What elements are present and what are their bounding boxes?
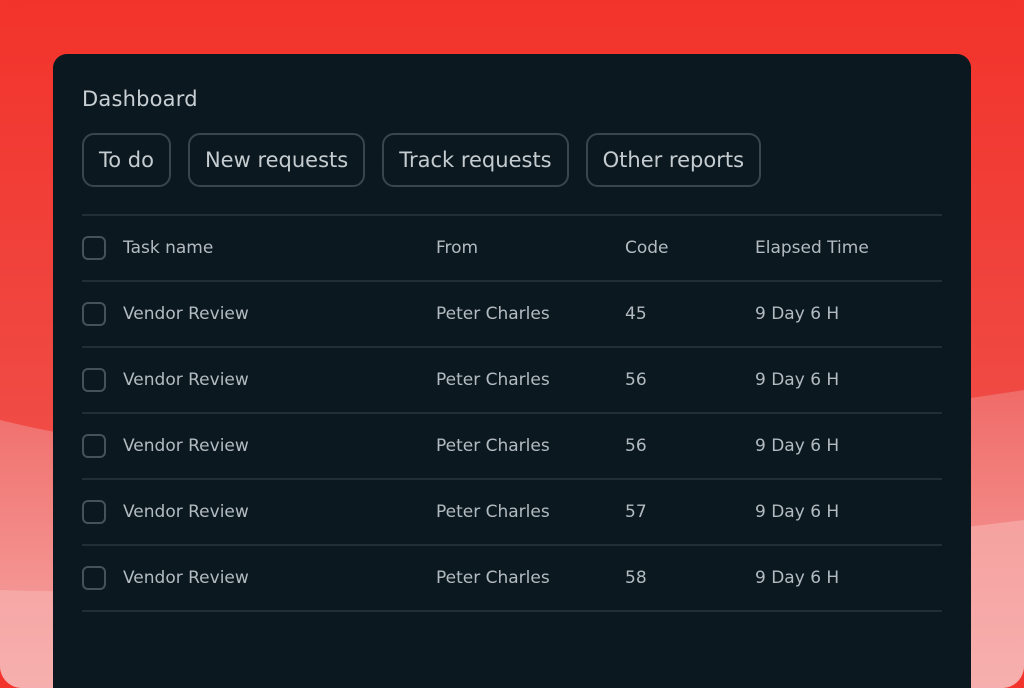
tab-to-do[interactable]: To do: [82, 133, 171, 187]
table-header-row: Task name From Code Elapsed Time: [82, 216, 942, 282]
tab-new-requests[interactable]: New requests: [187, 133, 366, 187]
elapsed-time-cell: 9 Day 6 H: [755, 304, 840, 324]
dashboard-panel: Dashboard To do New requests Track reque…: [53, 54, 971, 688]
row-checkbox[interactable]: [82, 434, 106, 458]
tab-other-reports[interactable]: Other reports: [585, 133, 762, 187]
column-header-from[interactable]: From: [436, 216, 478, 280]
row-checkbox[interactable]: [82, 368, 106, 392]
column-header-code[interactable]: Code: [625, 216, 669, 280]
from-cell: Peter Charles: [436, 304, 550, 324]
code-cell: 57: [625, 502, 647, 522]
row-checkbox[interactable]: [82, 566, 106, 590]
task-name-cell: Vendor Review: [123, 568, 249, 588]
task-table: Task name From Code Elapsed Time Vendor …: [82, 214, 942, 612]
from-cell: Peter Charles: [436, 370, 550, 390]
page-title: Dashboard: [82, 87, 198, 111]
elapsed-time-cell: 9 Day 6 H: [755, 370, 840, 390]
table-row[interactable]: Vendor Review Peter Charles 58 9 Day 6 H: [82, 546, 942, 612]
from-cell: Peter Charles: [436, 502, 550, 522]
column-header-task-name[interactable]: Task name: [123, 216, 213, 280]
tab-track-requests[interactable]: Track requests: [382, 133, 569, 187]
tab-bar: To do New requests Track requests Other …: [82, 133, 762, 187]
elapsed-time-cell: 9 Day 6 H: [755, 568, 840, 588]
from-cell: Peter Charles: [436, 436, 550, 456]
select-all-checkbox[interactable]: [82, 236, 106, 260]
row-checkbox[interactable]: [82, 302, 106, 326]
code-cell: 56: [625, 436, 647, 456]
table-row[interactable]: Vendor Review Peter Charles 57 9 Day 6 H: [82, 480, 942, 546]
from-cell: Peter Charles: [436, 568, 550, 588]
task-name-cell: Vendor Review: [123, 502, 249, 522]
elapsed-time-cell: 9 Day 6 H: [755, 436, 840, 456]
table-row[interactable]: Vendor Review Peter Charles 56 9 Day 6 H: [82, 414, 942, 480]
table-row[interactable]: Vendor Review Peter Charles 56 9 Day 6 H: [82, 348, 942, 414]
row-checkbox[interactable]: [82, 500, 106, 524]
task-name-cell: Vendor Review: [123, 304, 249, 324]
column-header-elapsed-time[interactable]: Elapsed Time: [755, 216, 869, 280]
code-cell: 58: [625, 568, 647, 588]
table-row[interactable]: Vendor Review Peter Charles 45 9 Day 6 H: [82, 282, 942, 348]
elapsed-time-cell: 9 Day 6 H: [755, 502, 840, 522]
task-name-cell: Vendor Review: [123, 370, 249, 390]
code-cell: 45: [625, 304, 647, 324]
task-name-cell: Vendor Review: [123, 436, 249, 456]
code-cell: 56: [625, 370, 647, 390]
